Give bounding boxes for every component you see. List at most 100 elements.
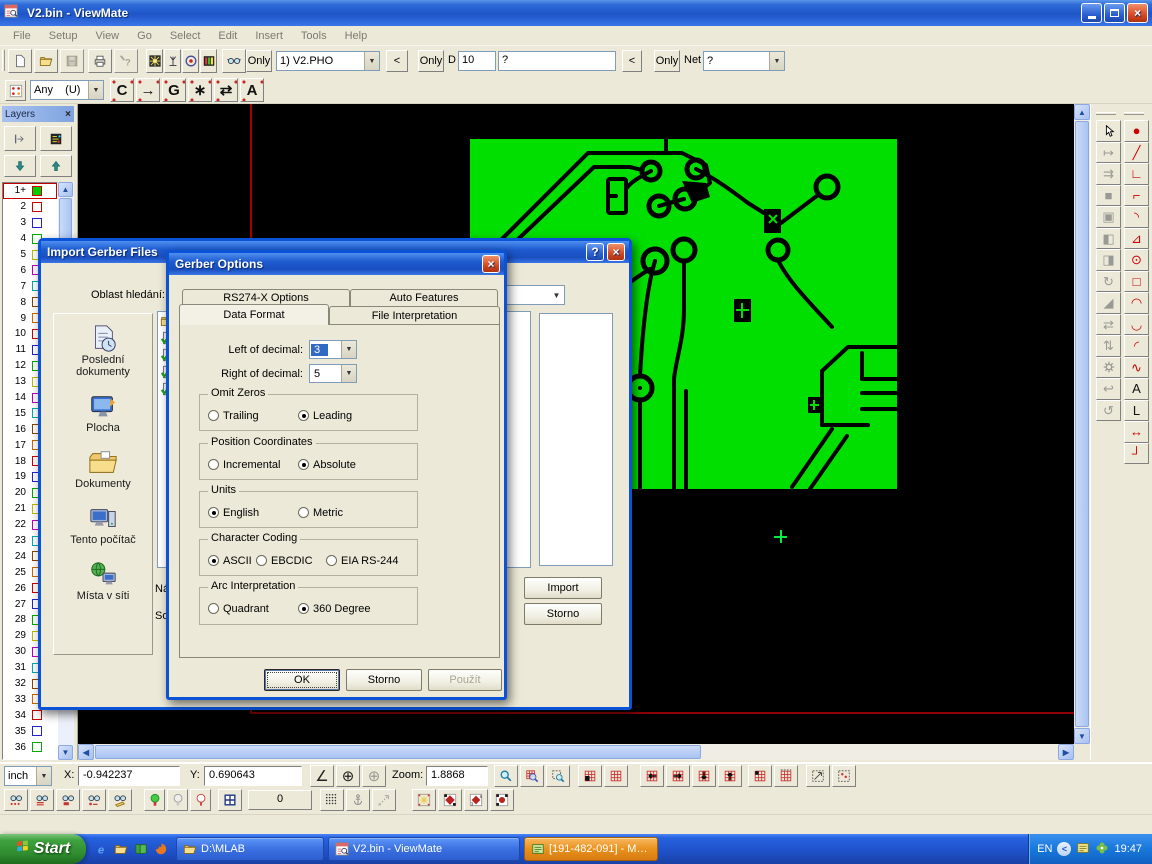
import-button[interactable]: Import [524,577,602,599]
place-network[interactable]: Místa v síti [54,560,152,602]
layer-scroll-up-button[interactable]: ▲ [58,182,73,197]
vertical-scroll-thumb[interactable] [1075,121,1089,727]
scroll-down-button[interactable]: ▼ [1074,728,1090,744]
triangle-tool[interactable]: ⊿ [1124,228,1149,250]
rotate-tool[interactable]: ↻ [1096,271,1121,293]
chevron-down-icon[interactable]: ▼ [36,767,51,785]
toolbar-grab-handle[interactable] [1096,112,1116,115]
ql-book-icon[interactable] [134,842,148,856]
grid-dots-button[interactable] [320,789,344,811]
line-tool[interactable]: ╱ [1124,142,1149,164]
place-documents[interactable]: Dokumenty [54,448,152,490]
pad-s-mode-button[interactable]: s3 [464,789,488,811]
import-cancel-button[interactable]: Storno [524,603,602,625]
window-tile-button[interactable] [218,789,242,811]
select-filter-combo[interactable]: Any (U)▼ [30,80,104,100]
center-target-button[interactable]: ⊕ [336,765,360,787]
arc-point-tool[interactable]: ◝ [1124,206,1149,228]
select-region-button[interactable] [832,765,856,787]
chevron-down-icon[interactable]: ▼ [341,341,356,358]
apply-button[interactable]: Použít [428,669,502,691]
select-text-button[interactable]: A [240,78,264,102]
layer-row[interactable]: 35 [3,723,57,739]
help-button[interactable]: ? [586,243,604,261]
pan-right-button[interactable] [666,765,690,787]
select-mode-button[interactable] [5,80,26,101]
save-button[interactable] [60,49,84,73]
pan-left-button[interactable] [640,765,664,787]
move-item-tool[interactable]: ↦ [1096,142,1121,164]
tab-data-format[interactable]: Data Format [179,304,329,325]
undo-tool[interactable]: ↩ [1096,378,1121,400]
ql-ie-icon[interactable]: e [94,842,108,856]
tab-auto-features[interactable]: Auto Features [350,289,498,306]
layer-row[interactable]: 2 [3,199,57,215]
dcode-input[interactable]: 10 [458,51,496,71]
arc-down-tool[interactable]: ◡ [1124,314,1149,336]
ql-firefox-icon[interactable] [154,842,168,856]
select-flash-button[interactable]: ∗ [188,78,212,102]
pointer-tool[interactable] [1096,120,1121,142]
scale-tool[interactable]: ◢ [1096,292,1121,314]
replace-tool[interactable]: ⇄ [1096,314,1121,336]
arc-left-tool[interactable]: ◜ [1124,335,1149,357]
cancel-button[interactable]: Storno [346,669,422,691]
corner-tool[interactable]: ┘ [1124,443,1149,465]
pan-up-button[interactable] [718,765,742,787]
units-combo[interactable]: inch▼ [4,766,52,786]
import-close-button[interactable]: × [607,243,625,261]
group-select-tool[interactable]: ↺ [1096,400,1121,422]
rectangle-tool[interactable]: □ [1124,271,1149,293]
dcode-only-button[interactable]: Only [418,50,444,72]
angle-measure-button[interactable]: ∠ [310,765,334,787]
layer-color-swatch[interactable] [32,710,42,720]
polyline-tool[interactable]: ∟ [1124,163,1149,185]
zoom-value[interactable]: 1.8868 [426,766,488,786]
dcode-view-button[interactable] [182,49,199,73]
highlight-on-button[interactable] [144,789,165,811]
radio-incremental[interactable]: Incremental [208,459,280,471]
context-help-button[interactable]: ? [114,49,138,73]
horizontal-scrollbar[interactable]: ◀ ▶ [78,744,1074,760]
vertical-scrollbar[interactable]: ▲ ▼ [1074,104,1090,744]
radio-eia-rs-244[interactable]: EIA RS-244 [326,555,398,567]
grid-dash-button[interactable] [774,765,798,787]
place-computer[interactable]: Tento počítač [54,504,152,546]
scroll-right-button[interactable]: ▶ [1058,744,1074,760]
chevron-down-icon[interactable]: ▼ [549,286,564,304]
close-button[interactable]: × [1127,3,1148,23]
pad-mode-button[interactable] [438,789,462,811]
task-explorer[interactable]: D:\MLAB [176,837,324,861]
notes-tray-icon[interactable] [1076,841,1090,858]
layers-panel-titlebar[interactable]: Layers × [2,106,74,122]
label-tool[interactable]: L [1124,400,1149,422]
pad-dot-mode-button[interactable] [490,789,514,811]
move-layer-down-button[interactable] [4,155,36,177]
icq-tray-icon[interactable] [1095,841,1109,858]
layers-close-icon[interactable]: × [65,109,71,120]
ql-folder-icon[interactable] [114,842,128,856]
new-file-button[interactable] [8,49,32,73]
mirror-h-tool[interactable]: ◨ [1096,249,1121,271]
rect-path-tool[interactable]: ⌐ [1124,185,1149,207]
select-group-button[interactable]: G [162,78,186,102]
menu-edit[interactable]: Edit [209,28,246,44]
minimize-button[interactable] [1081,3,1102,23]
tab-file-interpretation[interactable]: File Interpretation [329,306,500,324]
settings-tool[interactable] [1096,357,1121,379]
left-of-decimal-combo[interactable]: 3▼ [309,340,357,359]
flash-mode-button[interactable] [412,789,436,811]
layer-colors-button[interactable] [40,126,72,151]
copy-item-tool[interactable]: ⇉ [1096,163,1121,185]
prev-layer-button[interactable]: < [386,50,408,72]
inspect-edit-button[interactable] [108,789,132,811]
circle-tool[interactable]: ⊙ [1124,249,1149,271]
inspect-button[interactable] [222,49,246,73]
chevron-down-icon[interactable]: ▼ [88,81,103,99]
menu-tools[interactable]: Tools [292,28,336,44]
right-of-decimal-combo[interactable]: 5▼ [309,364,357,383]
inspect-dcodes-button[interactable] [4,789,28,811]
select-goto-button[interactable]: → [136,78,160,102]
colors-button[interactable] [200,49,217,73]
scroll-up-button[interactable]: ▲ [1074,104,1090,120]
